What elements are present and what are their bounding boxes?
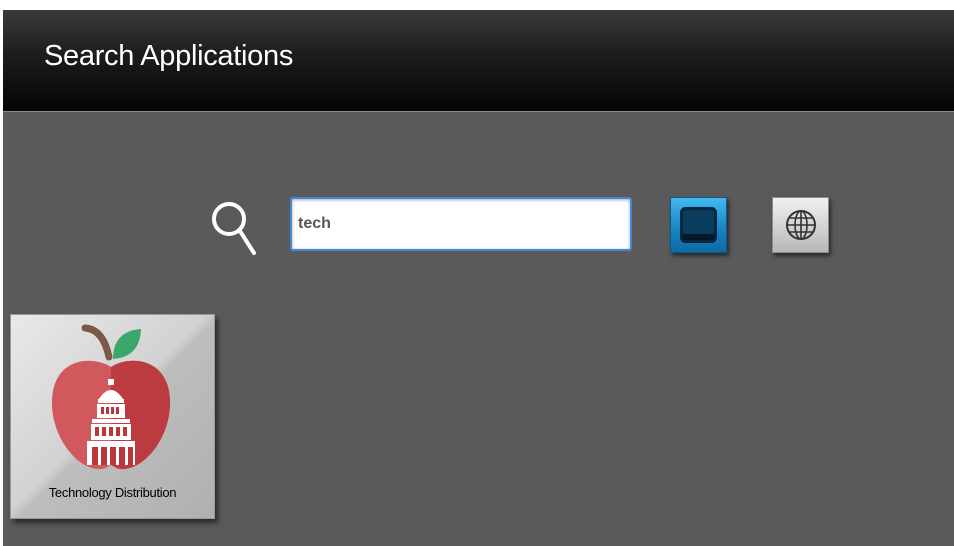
web-filter-button[interactable]: [772, 197, 829, 253]
app-window: Search Applications tech Technology Dist…: [3, 10, 954, 546]
app-tile-technology-distribution[interactable]: Technology Distribution: [10, 314, 215, 519]
app-tile-label: Technology Distribution: [48, 485, 177, 500]
search-icon: [206, 196, 262, 260]
globe-icon: [786, 210, 816, 240]
header-bar: Search Applications: [3, 10, 954, 112]
apple-capitol-logo-icon: [51, 324, 171, 470]
search-input[interactable]: [290, 197, 632, 251]
desktop-monitor-icon: [680, 207, 717, 243]
desktop-filter-button[interactable]: [670, 197, 727, 253]
page-title: Search Applications: [44, 40, 294, 72]
